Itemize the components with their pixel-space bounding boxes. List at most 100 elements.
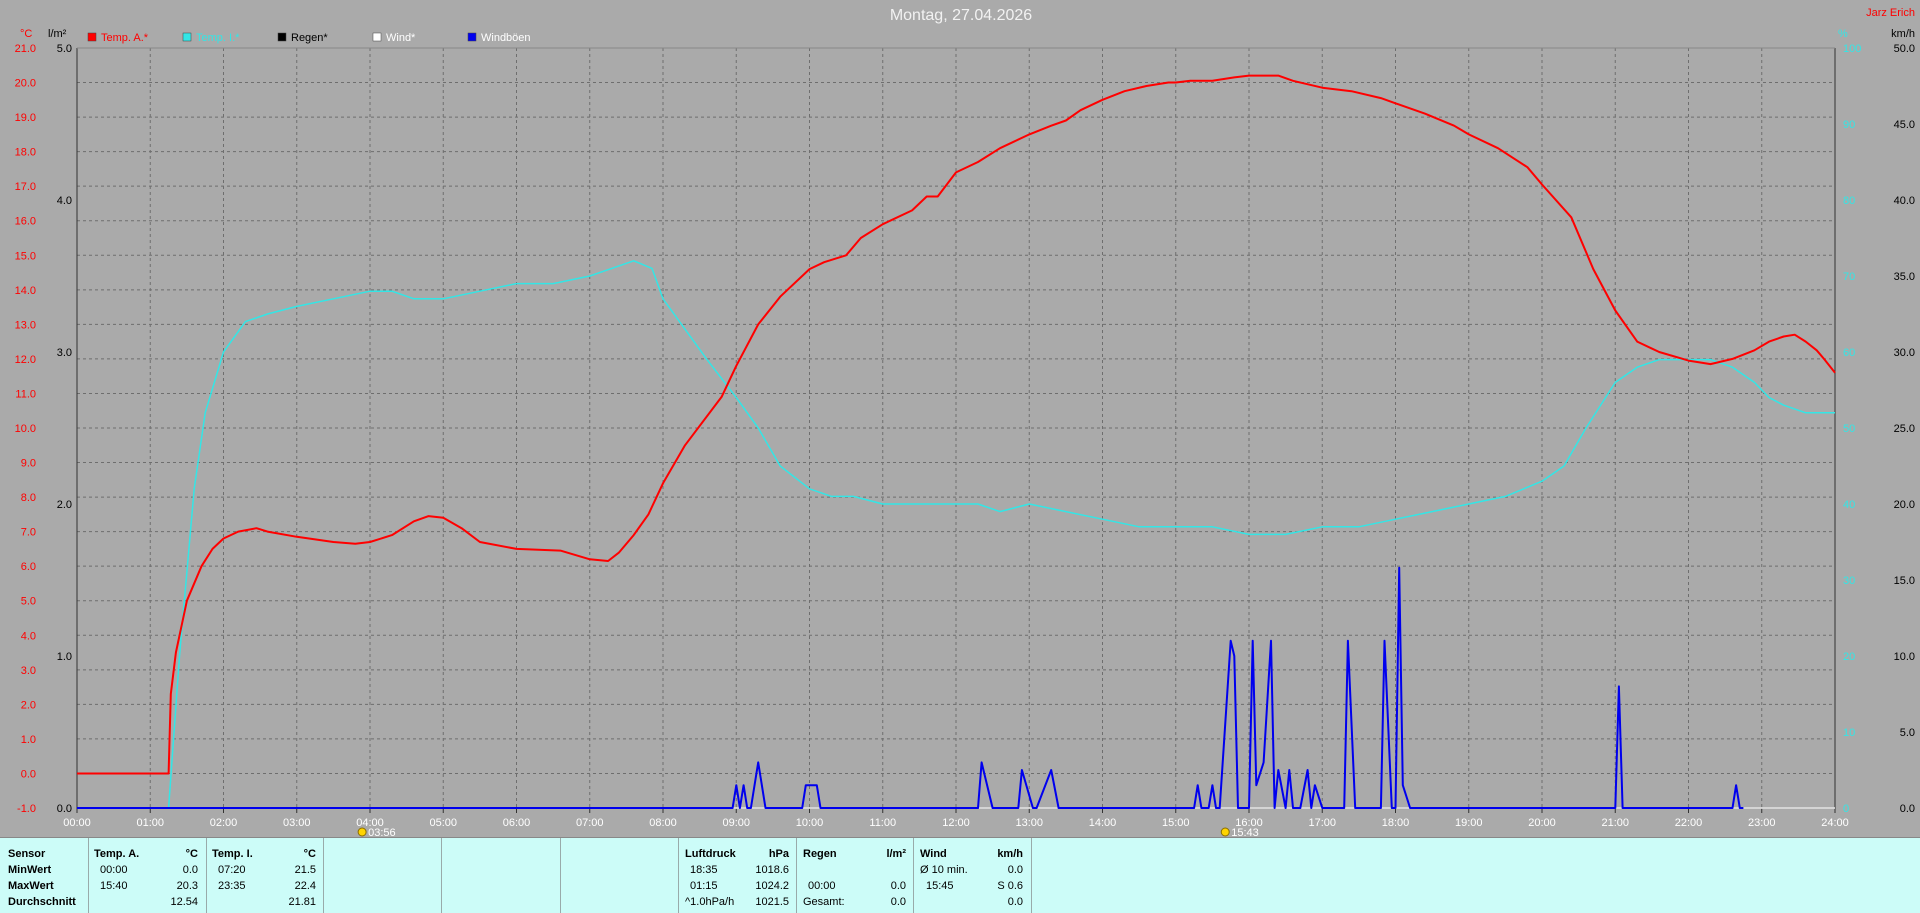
separator — [913, 838, 914, 913]
sensor-header: Sensor — [8, 848, 46, 860]
x-tick-label: 19:00 — [1455, 817, 1483, 829]
x-tick-label: 03:00 — [283, 817, 311, 829]
pressure-max: 1024.2 — [755, 880, 789, 892]
hum-tick-label: 50 — [1843, 423, 1855, 435]
temp-tick-label: 17.0 — [15, 181, 36, 193]
x-tick-label: 08:00 — [649, 817, 677, 829]
temp-tick-label: 5.0 — [21, 596, 36, 608]
rain-unit-label: l/m² — [48, 28, 67, 40]
separator — [441, 838, 442, 913]
hum-tick-label: 60 — [1843, 347, 1855, 359]
x-tick-label: 06:00 — [503, 817, 531, 829]
rain-total-label: Gesamt: — [803, 896, 845, 908]
rain-tick-label: 4.0 — [57, 195, 72, 207]
hum-tick-label: 70 — [1843, 271, 1855, 283]
x-tick-label: 11:00 — [869, 817, 896, 829]
legend-label: Temp. I.* — [196, 32, 240, 44]
separator — [678, 838, 679, 913]
wind-header: Wind — [920, 848, 947, 860]
sunset-time: 15:43 — [1231, 827, 1259, 837]
pressure-unit: hPa — [768, 848, 789, 860]
temp-tick-label: 7.0 — [21, 527, 36, 539]
x-tick-label: 02:00 — [210, 817, 238, 829]
x-tick-label: 18:00 — [1382, 817, 1410, 829]
wind-tick-label: 15.0 — [1894, 575, 1915, 587]
hum-tick-label: 100 — [1843, 43, 1861, 55]
wind-tick-label: 10.0 — [1894, 651, 1915, 663]
x-tick-label: 09:00 — [722, 817, 750, 829]
temp-tick-label: 2.0 — [21, 699, 36, 711]
chart-svg: 00:00 01:00 02:00 03:00 04:00 05:00 06:00 07:00… — [15, 7, 1915, 837]
wind-avg: 0.0 — [1007, 896, 1023, 908]
legend-label: Windböen — [481, 32, 531, 44]
temp-i-avg: 21.81 — [288, 896, 316, 908]
sunset-icon — [1220, 827, 1230, 837]
wind-tick-label: 40.0 — [1894, 195, 1915, 207]
wind-tick-label: 30.0 — [1894, 347, 1915, 359]
wind-unit-label: km/h — [1891, 28, 1915, 40]
temp-a-min-time: 00:00 — [100, 864, 128, 876]
wind-tick-label: 45.0 — [1894, 119, 1915, 131]
separator — [1031, 838, 1032, 913]
separator — [796, 838, 797, 913]
temp-tick-label: 4.0 — [21, 630, 36, 642]
temp-i-max: 22.4 — [294, 880, 316, 892]
temp-i-min-time: 07:20 — [218, 864, 246, 876]
pressure-max-time: 01:15 — [690, 880, 718, 892]
temp-i-header: Temp. I. — [212, 848, 253, 860]
wind-tick-label: 0.0 — [1900, 803, 1915, 815]
pressure-avg: 1021.5 — [755, 896, 789, 908]
temp-a-min: 0.0 — [182, 864, 198, 876]
rain-time: 00:00 — [808, 880, 836, 892]
wind-avg10-label: Ø 10 min. — [920, 864, 968, 876]
temp-unit-label: °C — [20, 28, 32, 40]
temp-tick-label: 14.0 — [15, 285, 36, 297]
wind-tick-label: 5.0 — [1900, 727, 1915, 739]
pressure-min-time: 18:35 — [690, 864, 718, 876]
legend-swatch — [182, 32, 192, 42]
x-tick-label: 23:00 — [1748, 817, 1776, 829]
sunrise-time: 03:56 — [368, 827, 396, 837]
temp-i-min: 21.5 — [294, 864, 316, 876]
legend-label: Wind* — [386, 32, 416, 44]
x-tick-label: 22:00 — [1675, 817, 1703, 829]
x-tick-label: 05:00 — [429, 817, 457, 829]
avg-row-label: Durchschnitt — [8, 896, 76, 908]
max-row-label: MaxWert — [8, 880, 54, 892]
x-tick-label: 24:00 — [1821, 817, 1849, 829]
separator — [323, 838, 324, 913]
hum-tick-label: 90 — [1843, 119, 1855, 131]
hum-tick-label: 30 — [1843, 575, 1855, 587]
temp-tick-label: 16.0 — [15, 216, 36, 228]
x-tick-label: 21:00 — [1601, 817, 1629, 829]
rain-tick-label: 1.0 — [57, 651, 72, 663]
hum-tick-label: 20 — [1843, 651, 1855, 663]
pressure-trend-label: ^1.0hPa/h — [685, 896, 735, 908]
hum-unit-label: % — [1838, 28, 1848, 40]
hum-tick-label: 40 — [1843, 499, 1855, 511]
rain-header: Regen — [803, 848, 837, 860]
temp-tick-label: 11.0 — [15, 388, 36, 400]
rain-value: 0.0 — [890, 880, 906, 892]
wind-avg10: 0.0 — [1007, 864, 1023, 876]
stats-table: Sensor MinWert MaxWert Durchschnitt Temp… — [0, 837, 1920, 913]
temp-tick-label: 15.0 — [15, 250, 36, 262]
temp-i-unit: °C — [303, 848, 316, 860]
legend-label: Temp. A.* — [101, 32, 149, 44]
temp-tick-label: 13.0 — [15, 319, 36, 331]
x-tick-label: 15:00 — [1162, 817, 1190, 829]
x-tick-label: 17:00 — [1308, 817, 1336, 829]
temp-tick-label: 18.0 — [15, 147, 36, 159]
temp-tick-label: 10.0 — [15, 423, 36, 435]
temp-tick-label: 6.0 — [21, 561, 36, 573]
separator — [206, 838, 207, 913]
temp-a-max-time: 15:40 — [100, 880, 128, 892]
legend-swatch — [372, 32, 382, 42]
rain-unit: l/m² — [886, 848, 906, 860]
temp-tick-label: -1.0 — [17, 803, 36, 815]
temp-tick-label: 21.0 — [15, 43, 36, 55]
temp-a-unit: °C — [185, 848, 198, 860]
temp-tick-label: 1.0 — [21, 734, 36, 746]
rain-tick-label: 2.0 — [57, 499, 72, 511]
x-tick-label: 12:00 — [942, 817, 970, 829]
